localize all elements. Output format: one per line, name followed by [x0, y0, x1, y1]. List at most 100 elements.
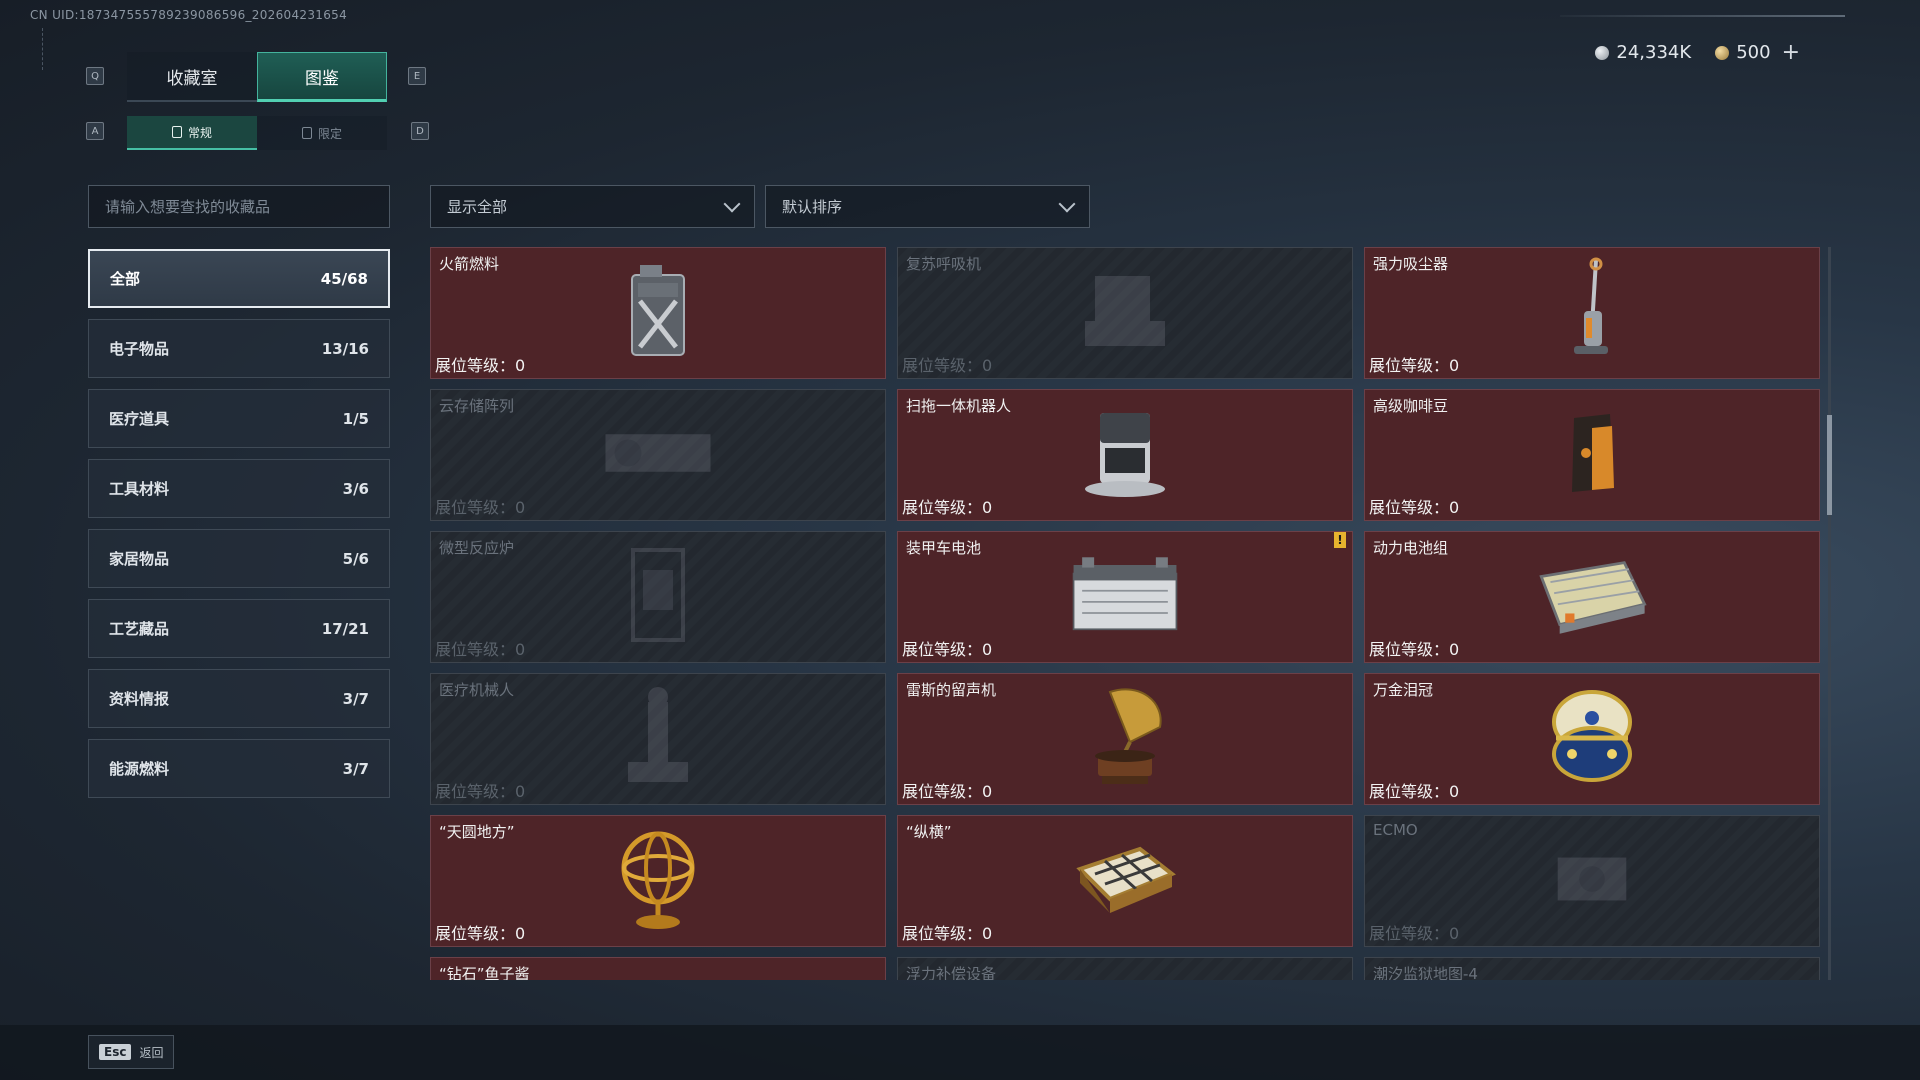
left-decoration — [42, 28, 46, 70]
collection-card[interactable]: 雷斯的留声机 展位等级：0 — [897, 673, 1353, 805]
item-name: 雷斯的留声机 — [906, 681, 997, 699]
tab-catalog[interactable]: 图鉴 — [257, 52, 387, 102]
category-count: 1/5 — [342, 409, 369, 428]
collection-card[interactable]: “纵横” 展位等级：0 — [897, 815, 1353, 947]
category-count: 13/16 — [321, 339, 369, 358]
add-currency-button[interactable]: + — [1782, 40, 1800, 65]
prev-tab-key[interactable]: Q — [86, 67, 104, 85]
armillary-icon — [598, 824, 718, 934]
item-name: 扫拖一体机器人 — [906, 397, 1012, 415]
silver-amount: 24,334K — [1616, 42, 1692, 63]
collection-card[interactable]: 云存储阵列展位等级：0 — [430, 389, 886, 521]
category-label: 工具材料 — [109, 480, 170, 498]
category-electronics[interactable]: 电子物品 13/16 — [88, 319, 390, 378]
booth-level: 展位等级：0 — [902, 356, 993, 375]
silver-currency: 24,334K — [1595, 42, 1691, 63]
collection-card[interactable]: 装甲车电池 展位等级：0! — [897, 531, 1353, 663]
map-icon — [1532, 966, 1652, 980]
ventilator-icon — [1065, 256, 1185, 366]
scrollbar-thumb[interactable] — [1827, 415, 1832, 515]
prev-subtab-key[interactable]: A — [86, 122, 104, 140]
sort-dropdown[interactable]: 默认排序 — [765, 185, 1090, 228]
category-crafts[interactable]: 工艺藏品 17/21 — [88, 599, 390, 658]
collection-card[interactable]: “钻石”鱼子酱 — [430, 957, 886, 980]
booth-level: 展位等级：0 — [1369, 498, 1460, 517]
category-intel[interactable]: 资料情报 3/7 — [88, 669, 390, 728]
caviar-icon — [598, 966, 718, 980]
regular-icon — [171, 126, 182, 138]
category-list: 全部 45/68 电子物品 13/16 医疗道具 1/5 工具材料 3/6 家居物品 5/… — [88, 249, 390, 809]
booth-level: 展位等级：0 — [902, 924, 993, 943]
booth-level: 展位等级：0 — [1369, 640, 1460, 659]
chessboard-icon — [1065, 824, 1185, 934]
collection-card[interactable]: 扫拖一体机器人 展位等级：0 — [897, 389, 1353, 521]
item-name: “纵横” — [906, 823, 952, 841]
item-name: 医疗机械人 — [439, 681, 515, 699]
category-count: 5/6 — [342, 549, 369, 568]
category-tools[interactable]: 工具材料 3/6 — [88, 459, 390, 518]
category-energy[interactable]: 能源燃料 3/7 — [88, 739, 390, 798]
top-right-decoration — [1560, 15, 1845, 17]
coffee-bag-icon — [1532, 398, 1652, 508]
item-name: 万金泪冠 — [1373, 681, 1434, 699]
category-label: 能源燃料 — [109, 760, 170, 778]
sort-value: 默认排序 — [782, 198, 843, 216]
category-count: 45/68 — [320, 269, 368, 288]
collection-card[interactable]: “天圆地方” 展位等级：0 — [430, 815, 886, 947]
collection-card[interactable]: ECMO 展位等级：0 — [1364, 815, 1820, 947]
subtab-limited[interactable]: 限定 — [257, 116, 387, 150]
tab-collection-room[interactable]: 收藏室 — [127, 52, 257, 102]
category-label: 全部 — [110, 270, 141, 288]
next-tab-key[interactable]: E — [408, 67, 426, 85]
main-tabs: 收藏室 图鉴 — [127, 52, 387, 102]
item-name: ECMO — [1373, 821, 1418, 839]
silver-coin-icon — [1595, 45, 1610, 60]
filter-dropdown[interactable]: 显示全部 — [430, 185, 755, 228]
back-button[interactable]: Esc 返回 — [88, 1035, 175, 1069]
battery-pack-icon — [1532, 540, 1652, 650]
item-name: 装甲车电池 — [906, 539, 982, 557]
item-name: 强力吸尘器 — [1373, 255, 1449, 273]
currency-bar: 24,334K 500 + — [1595, 40, 1800, 65]
battery-icon — [1065, 540, 1185, 650]
filter-value: 显示全部 — [447, 198, 508, 216]
category-count: 17/21 — [321, 619, 369, 638]
item-name: 复苏呼吸机 — [906, 255, 982, 273]
bottom-bar — [0, 1025, 1920, 1080]
item-name: 微型反应炉 — [439, 539, 515, 557]
gold-amount: 500 — [1736, 42, 1771, 63]
collection-card[interactable]: 万金泪冠 展位等级：0 — [1364, 673, 1820, 805]
collection-card[interactable]: 强力吸尘器 展位等级：0 — [1364, 247, 1820, 379]
category-home[interactable]: 家居物品 5/6 — [88, 529, 390, 588]
collection-card[interactable]: 潮汐监狱地图-4 — [1364, 957, 1820, 980]
collection-card[interactable]: 医疗机械人 展位等级：0 — [430, 673, 886, 805]
booth-level: 展位等级：0 — [435, 640, 526, 659]
search-input[interactable]: 请输入想要查找的收藏品 — [88, 185, 390, 228]
ecmo-icon — [1532, 824, 1652, 934]
collection-card[interactable]: 微型反应炉展位等级：0 — [430, 531, 886, 663]
booth-level: 展位等级：0 — [902, 640, 993, 659]
next-subtab-key[interactable]: D — [411, 122, 429, 140]
collection-card[interactable]: 火箭燃料 展位等级：0 — [430, 247, 886, 379]
item-name: 高级咖啡豆 — [1373, 397, 1449, 415]
booth-level: 展位等级：0 — [435, 498, 526, 517]
item-name: 潮汐监狱地图-4 — [1373, 965, 1478, 980]
category-count: 3/6 — [342, 479, 369, 498]
item-name: 云存储阵列 — [439, 397, 515, 415]
collection-card[interactable]: 浮力补偿设备 — [897, 957, 1353, 980]
scrollbar-track[interactable] — [1828, 247, 1831, 980]
collection-grid: 火箭燃料 展位等级：0 复苏呼吸机 展位等级：0 强力吸尘器 展位等级：0 云存储阵列 展位等… — [430, 247, 1822, 980]
gold-currency: 500 + — [1715, 40, 1800, 65]
subtab-limited-label: 限定 — [317, 126, 342, 141]
collection-card[interactable]: 高级咖啡豆展位等级：0 — [1364, 389, 1820, 521]
subtab-regular[interactable]: 常规 — [127, 116, 257, 150]
category-label: 电子物品 — [109, 340, 170, 358]
back-label: 返回 — [139, 1045, 164, 1060]
collection-card[interactable]: 复苏呼吸机展位等级：0 — [897, 247, 1353, 379]
booth-level: 展位等级：0 — [1369, 924, 1460, 943]
item-name: 动力电池组 — [1373, 539, 1449, 557]
category-all[interactable]: 全部 45/68 — [88, 249, 390, 308]
collection-card[interactable]: 动力电池组展位等级：0 — [1364, 531, 1820, 663]
robot-vacuum-icon — [1065, 398, 1185, 508]
category-medical[interactable]: 医疗道具 1/5 — [88, 389, 390, 448]
